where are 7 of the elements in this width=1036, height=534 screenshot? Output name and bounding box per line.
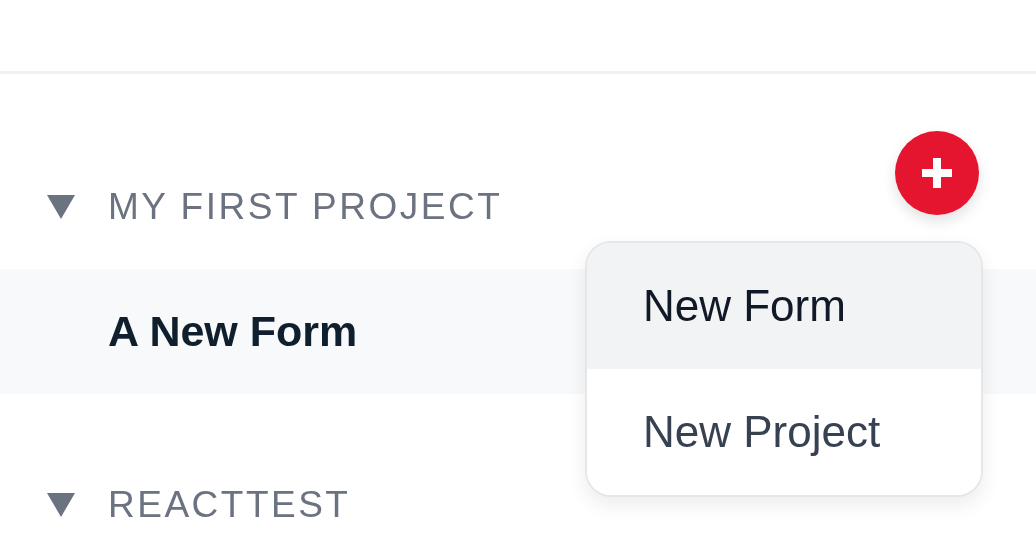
project-title[interactable]: REACTTEST	[108, 484, 351, 526]
menu-item[interactable]: New Form	[587, 243, 981, 369]
caret-icon[interactable]	[46, 492, 76, 518]
caret-icon[interactable]	[46, 194, 76, 220]
plus-icon	[919, 155, 955, 191]
menu-item[interactable]: New Project	[587, 369, 981, 495]
project-title[interactable]: MY FIRST PROJECT	[108, 186, 503, 228]
